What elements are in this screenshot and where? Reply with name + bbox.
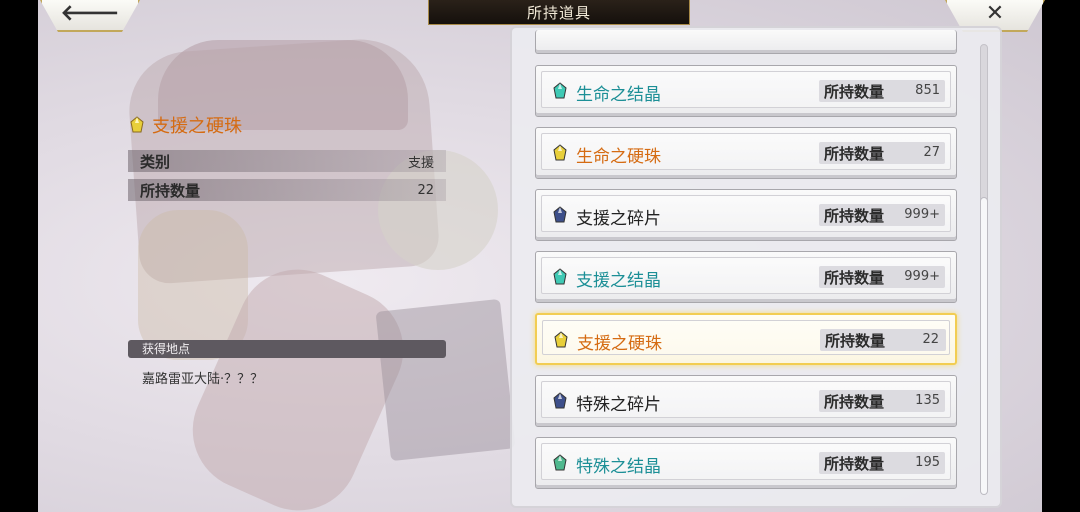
yellow-gem-icon (130, 116, 144, 133)
list-item[interactable]: 支援之碎片 所持数量 999+ (535, 189, 957, 241)
count-label: 所持数量 (824, 393, 885, 411)
owned-value: 22 (417, 182, 434, 198)
dark-shard-icon (553, 206, 567, 223)
count-label: 所持数量 (824, 455, 885, 473)
detail-owned-row: 所持数量 22 (128, 179, 446, 201)
list-item-name: 支援之结晶 (576, 271, 661, 291)
count-value: 27 (923, 145, 940, 160)
source-location: 嘉路雷亚大陆·？？？ (142, 372, 264, 387)
detail-category-row: 类别 支援 (128, 150, 446, 172)
list-item-selected[interactable]: 支援之硬珠 所持数量 22 (535, 313, 957, 365)
owned-label: 所持数量 (140, 181, 201, 200)
yellow-gem-icon (553, 144, 567, 161)
count-label: 所持数量 (824, 83, 885, 101)
list-item-name: 特殊之结晶 (576, 457, 661, 477)
teal-crystal-icon (553, 82, 567, 99)
list-item-name: 生命之结晶 (576, 85, 661, 105)
teal-crystal-icon (553, 454, 567, 471)
list-item-name: 支援之硬珠 (577, 334, 662, 354)
count-value: 135 (915, 393, 940, 408)
count-label: 所持数量 (824, 207, 885, 225)
list-item[interactable]: 特殊之碎片 所持数量 135 (535, 375, 957, 427)
page-title: 所持道具 (526, 3, 591, 22)
teal-crystal-icon (553, 268, 567, 285)
count-value: 22 (922, 332, 939, 347)
detail-item-name: 支援之硬珠 (152, 116, 242, 137)
count-value: 999+ (904, 269, 940, 284)
list-item[interactable]: 特殊之结晶 所持数量 195 (535, 437, 957, 489)
list-item[interactable]: 支援之结晶 所持数量 999+ (535, 251, 957, 303)
list-item-partial[interactable] (535, 30, 957, 54)
count-label: 所持数量 (824, 269, 885, 287)
list-item-name: 支援之碎片 (576, 209, 661, 229)
category-label: 类别 (140, 152, 171, 171)
list-item[interactable]: 生命之硬珠 所持数量 27 (535, 127, 957, 179)
category-value: 支援 (407, 155, 434, 171)
list-item-name: 特殊之碎片 (576, 395, 661, 415)
count-value: 195 (915, 455, 940, 470)
count-value: 999+ (904, 207, 940, 222)
count-value: 851 (915, 83, 940, 98)
dark-shard-icon (553, 392, 567, 409)
background-books (375, 298, 516, 462)
title-bar: 所持道具 (428, 0, 690, 25)
count-label: 所持数量 (824, 145, 885, 163)
detail-item-header: 支援之硬珠 (130, 112, 242, 138)
list-item-name: 生命之硬珠 (576, 147, 661, 167)
yellow-gem-icon (554, 331, 568, 348)
count-label: 所持数量 (825, 332, 886, 350)
source-header: 获得地点 (128, 340, 446, 358)
arrow-left-icon: 🡐 (60, 1, 120, 26)
close-icon: ✕ (985, 1, 1005, 26)
scrollbar-thumb[interactable] (981, 198, 987, 494)
list-item[interactable]: 生命之结晶 所持数量 851 (535, 65, 957, 117)
